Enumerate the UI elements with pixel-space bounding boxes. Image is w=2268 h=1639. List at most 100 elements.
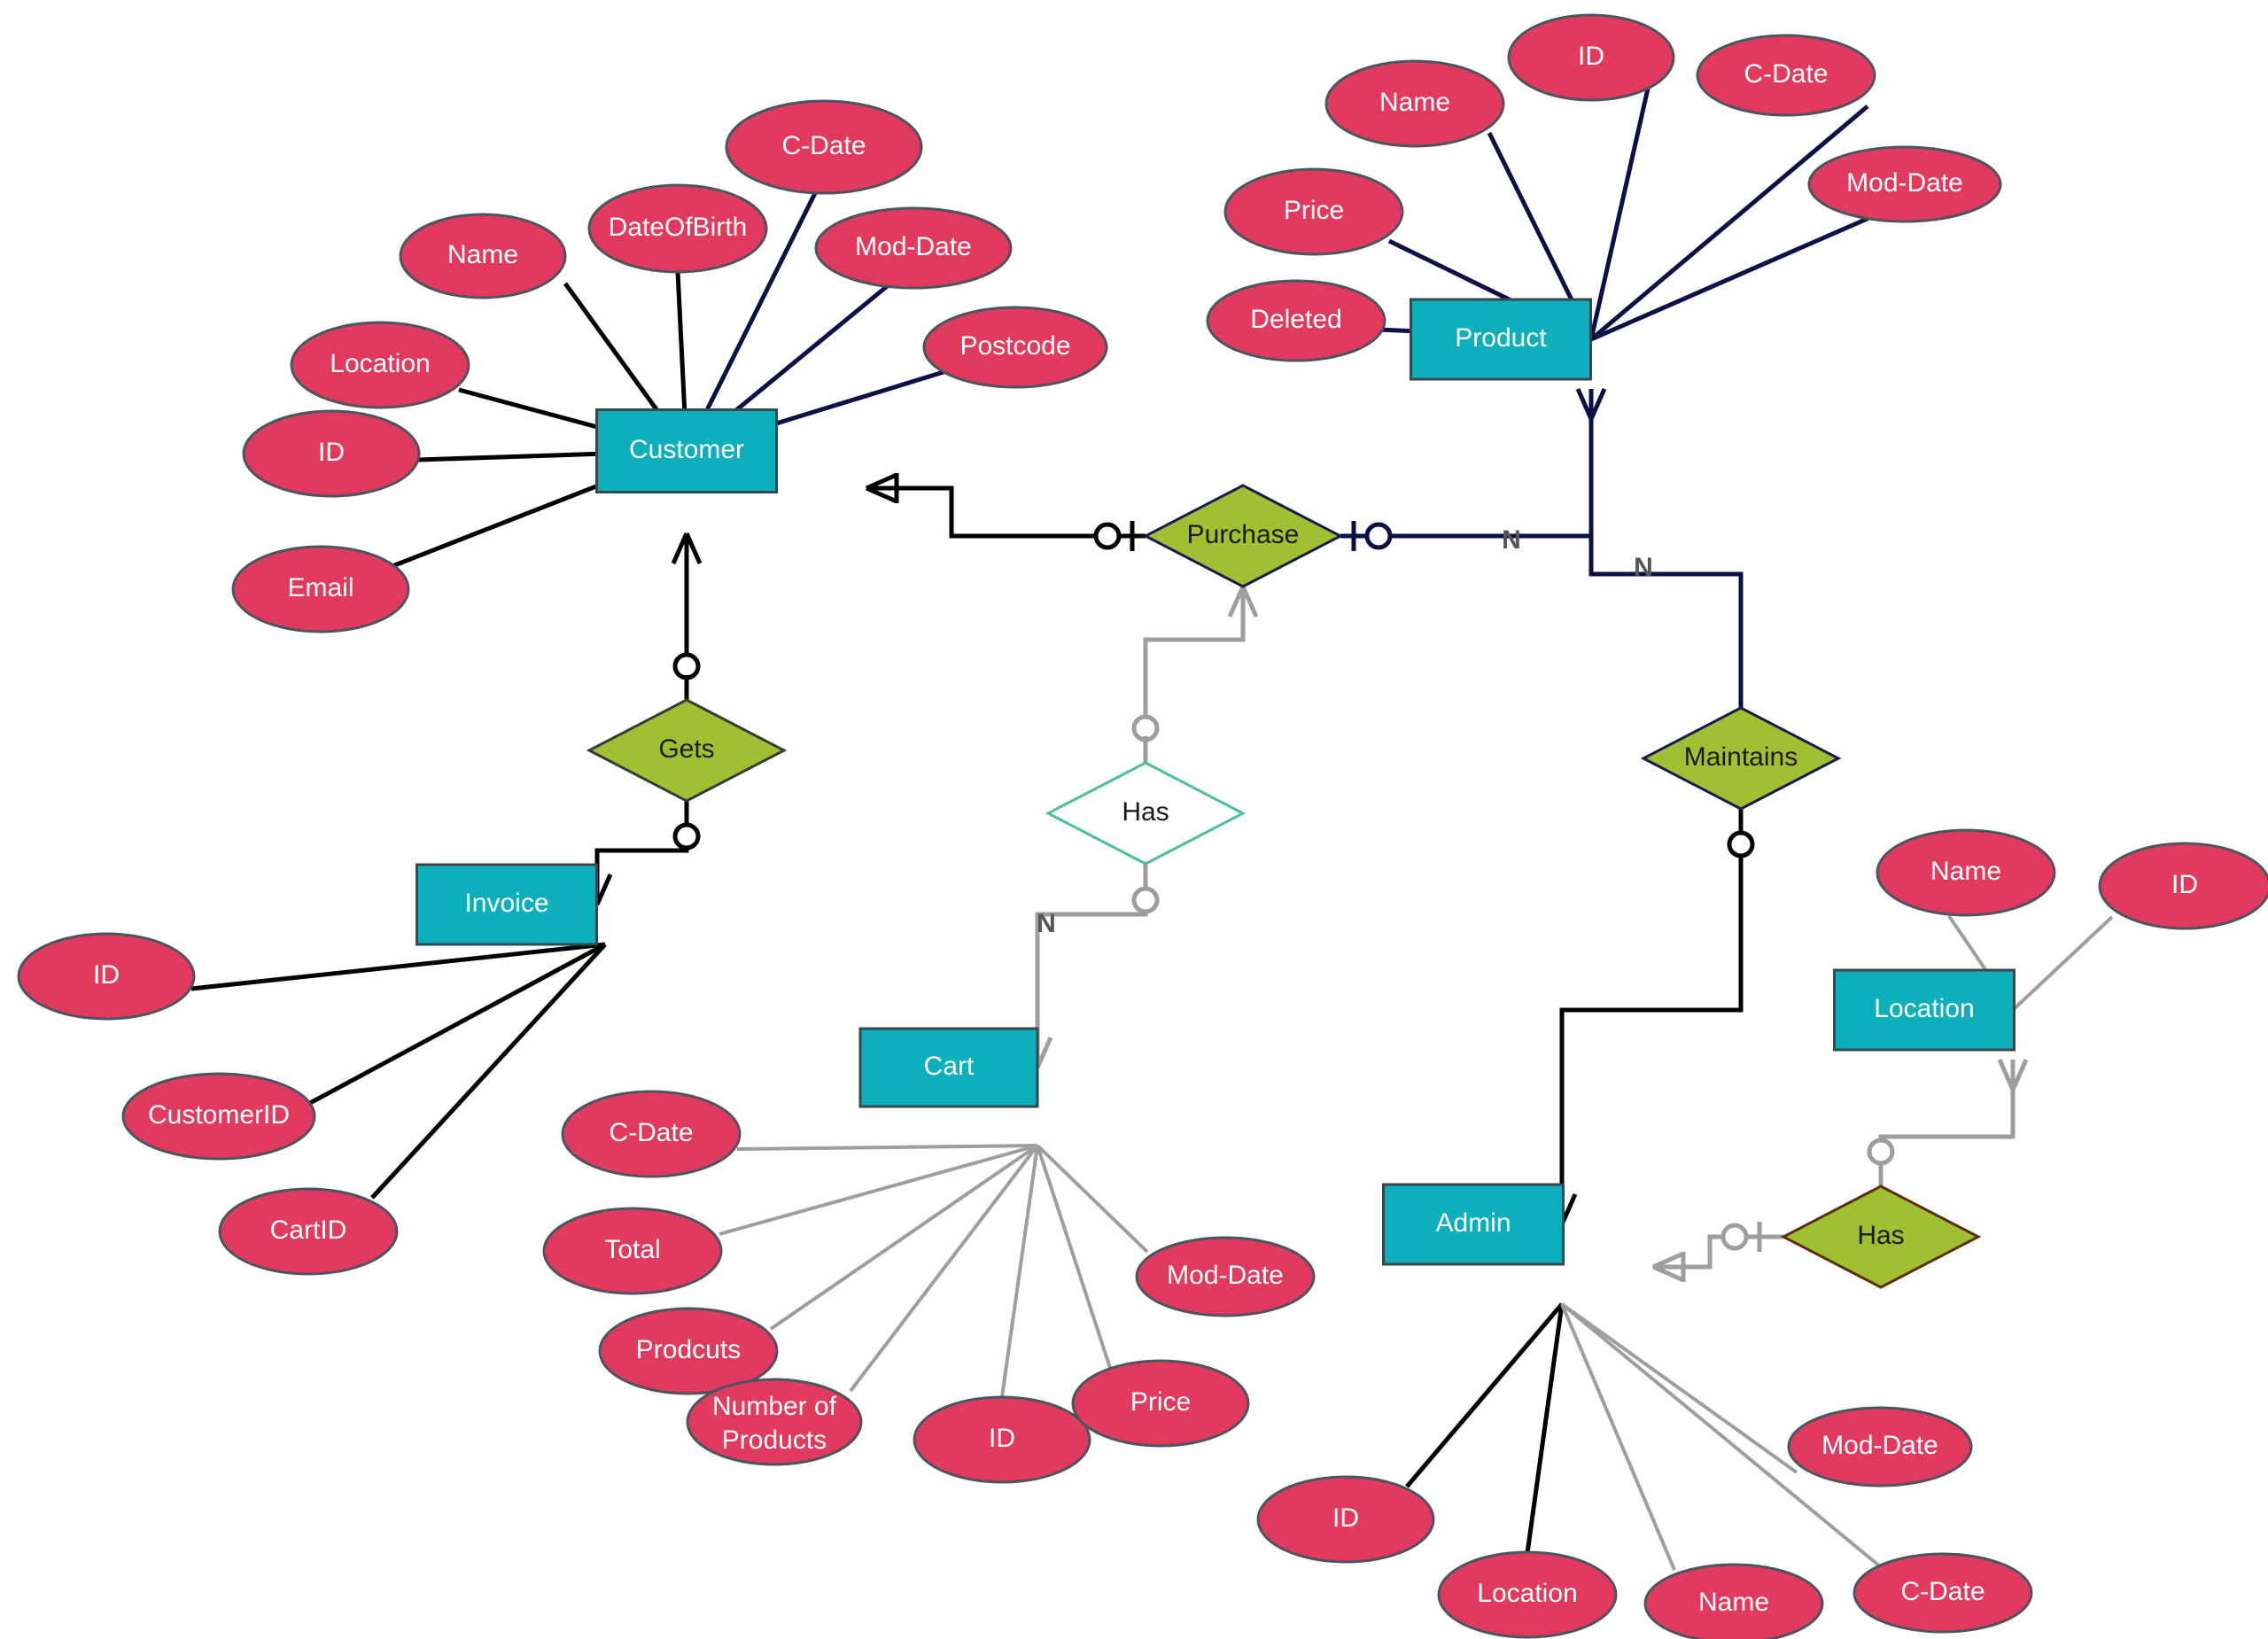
entity-label: Invoice xyxy=(464,889,548,918)
crowsfoot-icon xyxy=(865,472,898,504)
zero-circle-icon xyxy=(1093,522,1122,550)
attribute-ellipse[interactable]: Name xyxy=(1876,828,2056,917)
attribute-label: DateOfBirth xyxy=(609,213,748,242)
attribute-link xyxy=(736,1144,1038,1151)
attribute-ellipse[interactable]: CustomerID xyxy=(121,1072,316,1161)
attribute-link xyxy=(718,1144,1038,1236)
attribute-label: ID xyxy=(318,438,345,467)
cardinality-label: N xyxy=(1037,909,1056,938)
diagram-svg: Name DateOfBirth C-Date Mod-Date Postcode Loc… xyxy=(17,13,2268,1639)
attribute-label: CustomerID xyxy=(148,1100,290,1130)
attribute-ellipse[interactable]: ID xyxy=(2098,842,2268,930)
attribute-ellipse[interactable]: Name xyxy=(1643,1563,1824,1639)
entity-label: Product xyxy=(1455,323,1547,353)
attribute-ellipse[interactable]: Name xyxy=(399,213,567,299)
attribute-label: Deleted xyxy=(1250,305,1341,334)
attribute-ellipse[interactable]: Mod-Date xyxy=(1807,145,2002,223)
entity-label: Cart xyxy=(924,1052,975,1081)
attribute-label: Name xyxy=(1930,857,2001,886)
attribute-label: ID xyxy=(93,960,120,990)
zero-circle-icon xyxy=(672,822,701,851)
attribute-ellipse[interactable]: Email xyxy=(231,545,410,633)
attribute-ellipse[interactable]: Location xyxy=(1437,1550,1618,1639)
relationship-diamond[interactable]: Has xyxy=(1780,1185,1982,1289)
entity-label: Customer xyxy=(629,435,744,464)
attribute-ellipse[interactable]: ID xyxy=(17,932,196,1021)
cardinality-label: N xyxy=(1502,525,1521,555)
attribute-ellipse[interactable]: C-Date xyxy=(561,1090,742,1178)
attribute-link xyxy=(1588,88,1651,340)
relationship-connector xyxy=(1143,586,1246,763)
relationship-label: Has xyxy=(1857,1221,1904,1250)
entity-customer[interactable]: Customer xyxy=(595,408,778,493)
cardinality-label: N xyxy=(1634,553,1653,582)
attribute-ellipse[interactable]: Price xyxy=(1071,1359,1250,1448)
attribute-ellipse[interactable]: C-Date xyxy=(1696,34,1876,117)
relationship-connector xyxy=(1588,536,1744,708)
relationship-diamond[interactable]: Has xyxy=(1045,761,1247,866)
relationship-connector xyxy=(1035,864,1148,1068)
attribute-ellipse[interactable]: ID xyxy=(242,409,421,498)
cardinality-labels-layer: N N N xyxy=(1037,525,1653,938)
attribute-label: C-Date xyxy=(781,131,866,160)
zero-circle-icon xyxy=(1720,1223,1749,1251)
attribute-label: Location xyxy=(330,349,430,378)
relationship-connector xyxy=(594,801,689,905)
attribute-ellipse[interactable]: C-Date xyxy=(1852,1552,2033,1634)
relationship-label: Purchase xyxy=(1187,520,1300,549)
crowsfoot-icon xyxy=(1997,1058,2029,1091)
entity-invoice[interactable]: Invoice xyxy=(416,863,598,946)
attribute-label: Mod-Date xyxy=(1846,168,1963,198)
crowsfoot-icon xyxy=(1575,387,1607,421)
attribute-label: ID xyxy=(1578,42,1604,71)
attribute-link xyxy=(2011,915,2114,1012)
attribute-label: Price xyxy=(1284,196,1344,225)
attribute-label: Price xyxy=(1130,1387,1191,1417)
relationship-connector xyxy=(1653,1234,1783,1270)
zero-circle-icon xyxy=(1131,886,1160,914)
attribute-label: Name xyxy=(1698,1588,1769,1617)
zero-circle-icon xyxy=(672,652,701,680)
attribute-label: Email xyxy=(287,573,353,602)
entity-location[interactable]: Location xyxy=(1833,968,2016,1052)
entity-cart[interactable]: Cart xyxy=(858,1027,1039,1108)
attribute-label: C-Date xyxy=(609,1118,693,1147)
relationship-diamond[interactable]: Gets xyxy=(586,698,788,803)
attribute-ellipse[interactable]: Location xyxy=(290,321,470,409)
attribute-label: Postcode xyxy=(959,331,1070,361)
zero-circle-icon xyxy=(1364,522,1393,550)
attribute-ellipse[interactable]: Total xyxy=(542,1207,723,1295)
attribute-ellipse[interactable]: Price xyxy=(1223,167,1404,256)
attribute-label: Total xyxy=(604,1235,660,1264)
entity-admin[interactable]: Admin xyxy=(1382,1183,1565,1266)
attribute-ellipse[interactable]: Postcode xyxy=(922,306,1108,389)
er-diagram-canvas: Name DateOfBirth C-Date Mod-Date Postcode Loc… xyxy=(0,0,2268,1639)
relationship-label: Maintains xyxy=(1684,742,1798,772)
attribute-ellipse[interactable]: ID xyxy=(1256,1475,1435,1564)
attribute-ellipse[interactable]: Mod-Date xyxy=(1787,1406,1973,1488)
attribute-ellipse[interactable]: C-Date xyxy=(725,99,923,195)
attribute-ellipse[interactable]: Number of Products xyxy=(686,1378,863,1466)
attribute-ellipse[interactable]: CartID xyxy=(218,1187,399,1276)
attribute-ellipse[interactable]: ID xyxy=(1507,13,1675,102)
shapes-layer: Name DateOfBirth C-Date Mod-Date Postcode Loc… xyxy=(17,13,2268,1639)
attribute-label: Name xyxy=(447,240,518,269)
relationship-diamond[interactable]: Purchase xyxy=(1142,484,1344,588)
attribute-ellipse[interactable]: Mod-Date xyxy=(1135,1236,1316,1317)
attribute-ellipse[interactable]: Deleted xyxy=(1206,279,1386,362)
attribute-ellipse[interactable]: ID xyxy=(913,1395,1091,1484)
attribute-link xyxy=(1589,214,1873,342)
relationship-diamond[interactable]: Maintains xyxy=(1640,706,1842,811)
attribute-link xyxy=(190,942,606,991)
attribute-ellipse[interactable]: Mod-Date xyxy=(814,206,1013,290)
entity-product[interactable]: Product xyxy=(1410,298,1592,381)
attribute-ellipse[interactable]: Name xyxy=(1324,59,1505,148)
relationship-connector xyxy=(1878,1090,2016,1186)
entity-label: Location xyxy=(1874,994,1974,1023)
attribute-label: Name xyxy=(1379,88,1450,117)
relationship-connector xyxy=(1559,809,1744,1224)
attribute-ellipse[interactable]: DateOfBirth xyxy=(587,183,768,274)
attribute-label: Mod-Date xyxy=(855,232,972,261)
attribute-label: Mod-Date xyxy=(1821,1431,1938,1460)
attribute-label: Prodcuts xyxy=(636,1335,741,1364)
